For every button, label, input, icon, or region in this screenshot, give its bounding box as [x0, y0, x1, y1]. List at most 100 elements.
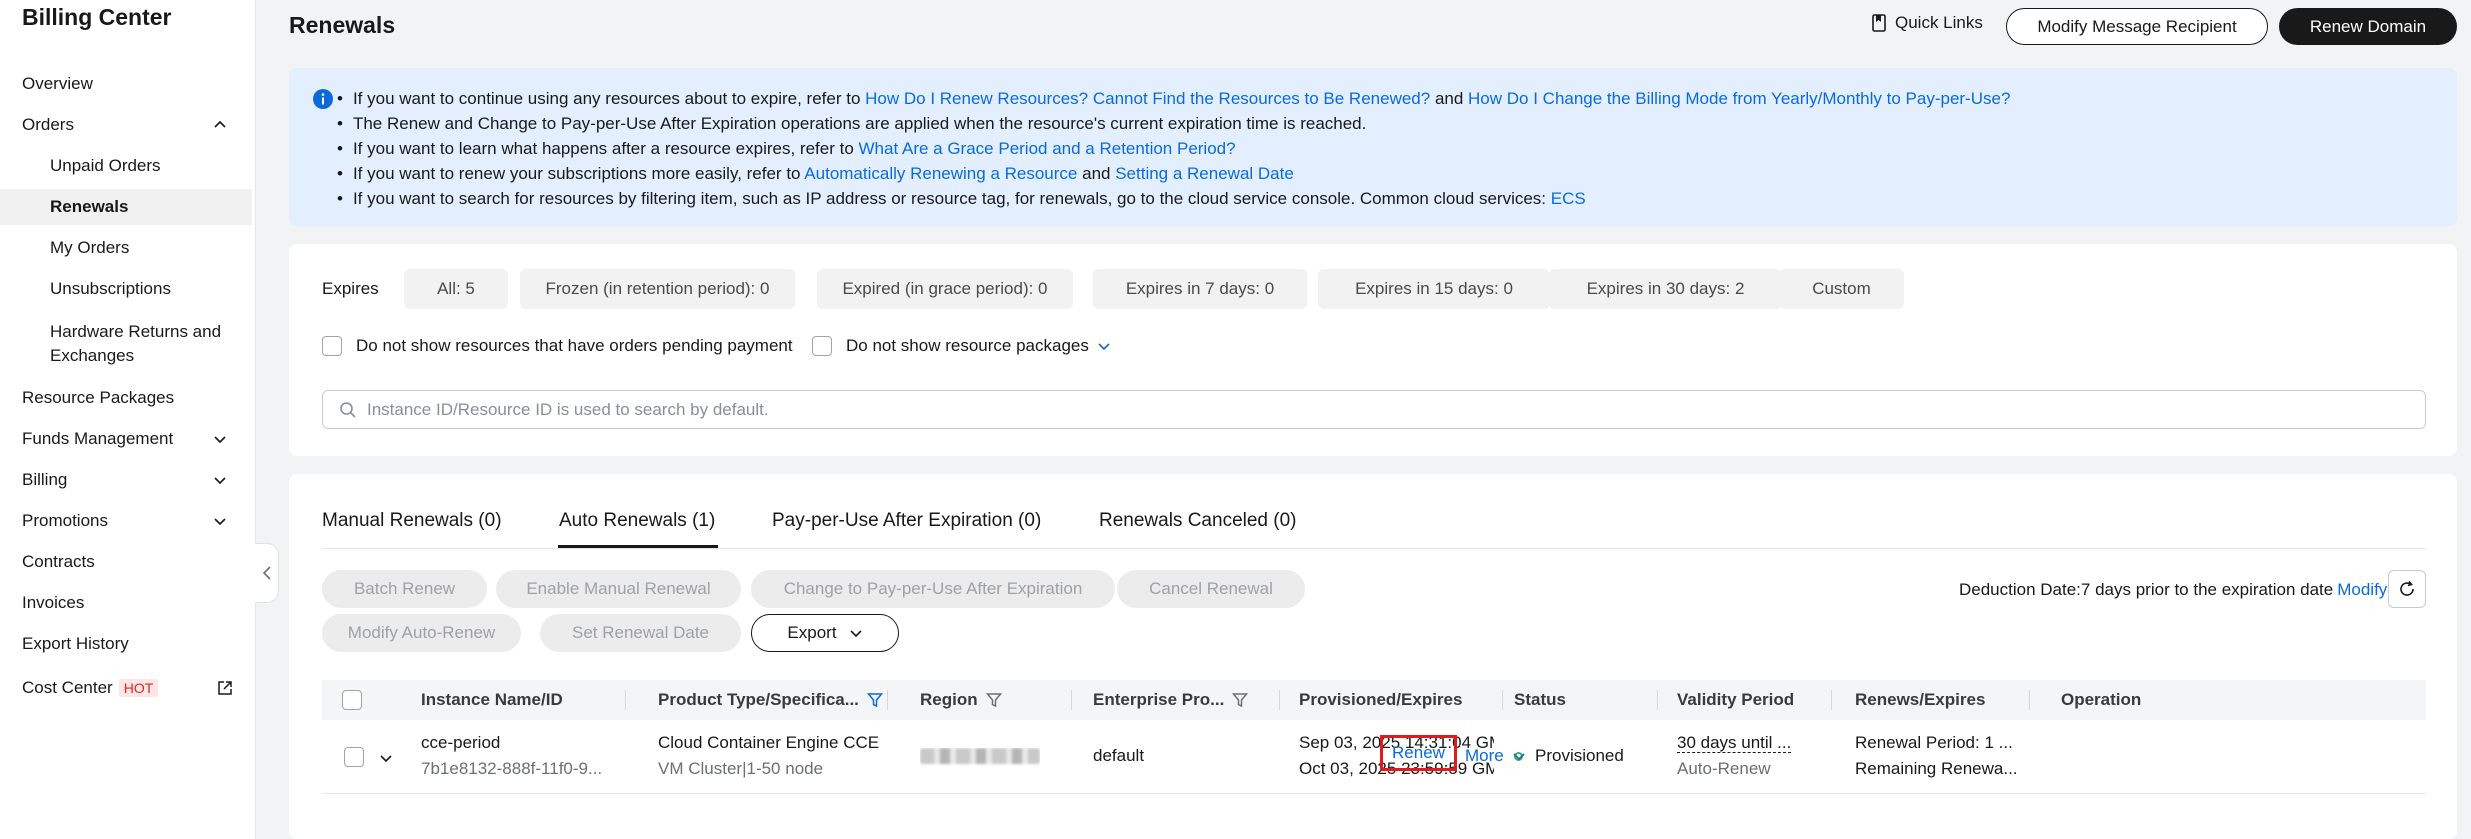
filter-chip-30-days[interactable]: Expires in 30 days: 2 — [1549, 269, 1782, 309]
cancel-renewal-button[interactable]: Cancel Renewal — [1117, 570, 1305, 608]
deduction-date-info: Deduction Date:7 days prior to the expir… — [1959, 580, 2387, 600]
row-checkbox[interactable] — [344, 747, 364, 767]
sidebar-item-label: Contracts — [22, 552, 95, 571]
tab-auto-renewals[interactable]: Auto Renewals (1) — [559, 510, 715, 532]
sidebar-item-orders[interactable]: Orders — [0, 107, 252, 143]
more-actions-dropdown[interactable]: More — [1465, 746, 1526, 766]
set-renewal-date-button[interactable]: Set Renewal Date — [540, 614, 741, 652]
more-label: More — [1465, 746, 1504, 765]
hide-pending-orders-option[interactable]: Do not show resources that have orders p… — [322, 336, 793, 356]
sidebar-item-resource-packages[interactable]: Resource Packages — [0, 380, 252, 416]
column-separator — [2029, 690, 2030, 710]
hide-pending-checkbox[interactable] — [322, 336, 342, 356]
table-row: cce-period 7b1e8132-888f-11f0-9... Cloud… — [322, 720, 2426, 794]
change-to-payg-button[interactable]: Change to Pay-per-Use After Expiration — [751, 570, 1115, 608]
column-header-operation: Operation — [2061, 690, 2142, 709]
hide-resource-packages-option[interactable]: Do not show resource packages — [812, 336, 1111, 356]
hide-packages-label: Do not show resource packages — [846, 336, 1089, 355]
sidebar-item-renewals[interactable]: Renewals — [0, 189, 252, 225]
ecs-link[interactable]: ECS — [1551, 189, 1586, 208]
refresh-button[interactable] — [2388, 570, 2426, 608]
sidebar-item-label: Unpaid Orders — [50, 156, 161, 175]
remaining-renewals: Remaining Renewa... — [1855, 759, 2018, 778]
tab-manual-renewals[interactable]: Manual Renewals (0) — [322, 510, 502, 532]
sidebar-item-label: Export History — [22, 634, 129, 653]
enterprise-project-value: default — [1093, 746, 1145, 765]
sidebar-item-cost-center[interactable]: Cost Center HOT — [0, 670, 252, 706]
renew-link[interactable]: Renew — [1380, 735, 1457, 771]
column-separator — [1657, 690, 1658, 710]
filter-chip-7-days[interactable]: Expires in 7 days: 0 — [1093, 269, 1307, 309]
info-text: If you want to continue using any resour… — [352, 89, 866, 108]
hide-packages-checkbox[interactable] — [812, 336, 832, 356]
auto-renew-link[interactable]: Automatically Renewing a Resource — [804, 164, 1077, 183]
filter-chip-custom[interactable]: Custom — [1779, 269, 1904, 309]
select-all-cell[interactable] — [342, 680, 362, 720]
batch-renew-button[interactable]: Batch Renew — [322, 570, 487, 608]
product-spec: VM Cluster|1-50 node — [658, 759, 824, 778]
sidebar-item-unpaid-orders[interactable]: Unpaid Orders — [0, 148, 252, 184]
change-billing-mode-link[interactable]: How Do I Change the Billing Mode from Ye… — [1468, 89, 2010, 108]
sidebar-item-hardware-returns[interactable]: Hardware Returns and Exchanges — [50, 320, 230, 368]
tab-pay-per-use[interactable]: Pay-per-Use After Expiration (0) — [772, 510, 1041, 532]
export-button[interactable]: Export — [751, 614, 899, 652]
column-header-label: Product Type/Specifica... — [658, 690, 859, 709]
sidebar-item-overview[interactable]: Overview — [0, 66, 252, 102]
column-header-status: Status — [1514, 690, 1566, 709]
sidebar-item-billing[interactable]: Billing — [0, 462, 252, 498]
modify-deduction-link[interactable]: Modify — [2337, 580, 2387, 599]
column-separator — [887, 690, 888, 710]
chevron-down-icon — [1513, 753, 1525, 761]
filter-chip-15-days[interactable]: Expires in 15 days: 0 — [1318, 269, 1550, 309]
info-text: If you want to search for resources by f… — [352, 189, 1551, 208]
instance-id: 7b1e8132-888f-11f0-9... — [421, 759, 603, 778]
renewal-date-link[interactable]: Setting a Renewal Date — [1115, 164, 1294, 183]
sidebar-title: Billing Center — [22, 4, 172, 30]
enable-manual-renewal-button[interactable]: Enable Manual Renewal — [496, 570, 741, 608]
filter-icon[interactable] — [985, 692, 1002, 708]
sidebar-item-funds-management[interactable]: Funds Management — [0, 421, 252, 457]
sidebar-item-label: Billing — [22, 470, 68, 489]
renew-resources-faq-link[interactable]: How Do I Renew Resources? Cannot Find th… — [865, 89, 1430, 108]
filter-chip-frozen[interactable]: Frozen (in retention period): 0 — [520, 269, 795, 309]
column-separator — [1071, 690, 1072, 710]
quick-links-button[interactable]: Quick Links — [1871, 13, 1983, 33]
sidebar-item-my-orders[interactable]: My Orders — [0, 230, 252, 266]
expand-row-icon[interactable] — [378, 750, 394, 766]
sidebar-item-label: Orders — [22, 115, 74, 134]
info-text: and — [1077, 164, 1116, 183]
column-separator — [625, 690, 626, 710]
status-cell: Provisioned — [1514, 746, 1624, 766]
export-label: Export — [787, 623, 837, 642]
sidebar-item-export-history[interactable]: Export History — [0, 626, 252, 662]
sidebar-item-unsubscriptions[interactable]: Unsubscriptions — [0, 271, 252, 307]
chevron-down-icon[interactable] — [1097, 339, 1111, 353]
renew-domain-button[interactable]: Renew Domain — [2279, 8, 2457, 45]
modify-auto-renew-button[interactable]: Modify Auto-Renew — [322, 614, 521, 652]
grace-period-link[interactable]: What Are a Grace Period and a Retention … — [859, 139, 1236, 158]
sidebar-item-contracts[interactable]: Contracts — [0, 544, 252, 580]
chevron-down-icon — [849, 630, 862, 638]
sidebar-item-invoices[interactable]: Invoices — [0, 585, 252, 621]
info-line: The Renew and Change to Pay-per-Use Afte… — [337, 111, 2010, 136]
info-line: If you want to learn what happens after … — [337, 136, 2010, 161]
sidebar-collapse-button[interactable] — [255, 543, 279, 603]
search-input[interactable] — [367, 399, 2267, 420]
sidebar-item-promotions[interactable]: Promotions — [0, 503, 252, 539]
sidebar-item-label: My Orders — [50, 238, 130, 257]
filter-icon[interactable] — [1232, 692, 1249, 708]
filter-chip-all[interactable]: All: 5 — [404, 269, 508, 309]
modify-message-recipient-button[interactable]: Modify Message Recipient — [2006, 8, 2268, 45]
filter-icon[interactable] — [866, 692, 883, 708]
select-all-checkbox[interactable] — [342, 690, 362, 710]
column-separator — [1502, 690, 1503, 710]
info-list: If you want to continue using any resour… — [337, 86, 2010, 211]
filter-chip-expired[interactable]: Expired (in grace period): 0 — [817, 269, 1073, 309]
search-box[interactable] — [322, 390, 2426, 429]
sidebar-item-label: Funds Management — [22, 429, 174, 448]
info-banner: If you want to continue using any resour… — [289, 68, 2457, 226]
column-header-renews-expires: Renews/Expires — [1855, 690, 1986, 709]
column-header-label: Enterprise Pro... — [1093, 690, 1225, 709]
sidebar-item-label: Cost Center — [22, 678, 113, 697]
tab-renewals-canceled[interactable]: Renewals Canceled (0) — [1099, 510, 1297, 532]
